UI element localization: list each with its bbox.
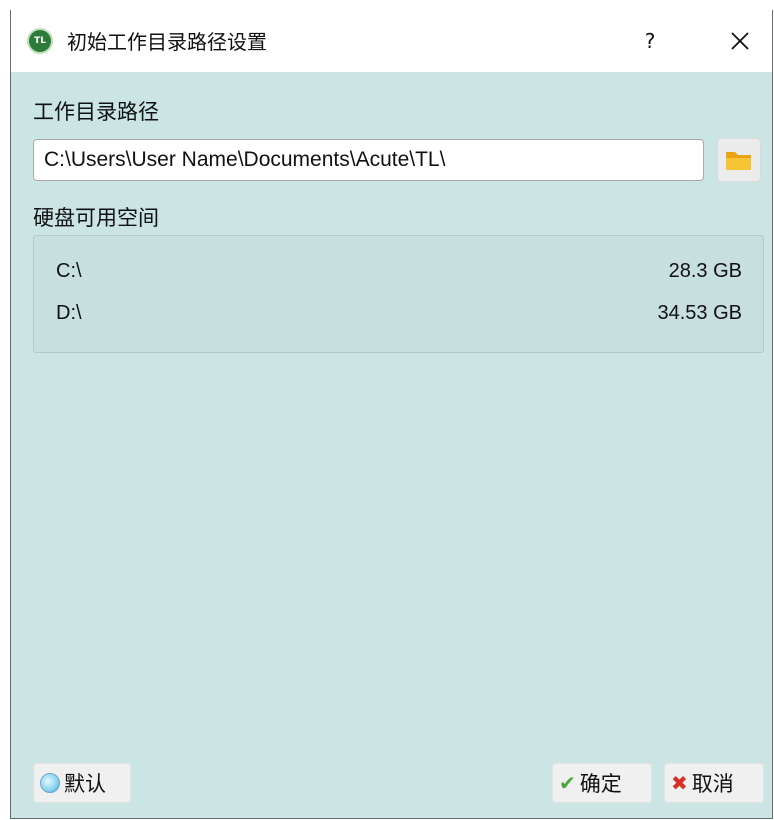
- cancel-button[interactable]: ✖ 取消: [664, 763, 764, 803]
- default-button-label: 默认: [64, 772, 106, 796]
- disk-row-d: D:\ 34.53 GB: [56, 302, 742, 330]
- drive-free-space: 34.53 GB: [657, 302, 742, 324]
- close-button[interactable]: [723, 24, 757, 58]
- drive-name: D:\: [56, 302, 82, 324]
- work-dir-label: 工作目录路径: [33, 100, 159, 124]
- cancel-button-label: 取消: [691, 772, 734, 796]
- settings-dialog: TL 初始工作目录路径设置 ? 工作目录路径 硬盘可用空间 C:\ 28.3 G…: [10, 10, 773, 819]
- drive-name: C:\: [56, 260, 82, 282]
- work-dir-path-input[interactable]: [33, 139, 704, 181]
- background-window-strip: [0, 0, 774, 10]
- disk-row-c: C:\ 28.3 GB: [56, 260, 742, 288]
- help-button[interactable]: ?: [633, 24, 667, 58]
- disk-space-panel: C:\ 28.3 GB D:\ 34.53 GB: [33, 235, 764, 353]
- disk-space-label: 硬盘可用空间: [33, 206, 159, 230]
- checkmark-icon: ✔: [559, 771, 576, 795]
- close-icon: [731, 32, 749, 50]
- title-bar: TL 初始工作目录路径设置 ?: [11, 10, 772, 72]
- folder-icon: [726, 152, 751, 170]
- browse-folder-button[interactable]: [717, 138, 761, 182]
- ok-button-label: 确定: [579, 772, 622, 796]
- ok-button[interactable]: ✔ 确定: [552, 763, 652, 803]
- cross-icon: ✖: [671, 771, 688, 795]
- default-button[interactable]: 默认: [33, 763, 131, 803]
- app-icon: TL: [27, 28, 53, 54]
- radio-icon: [40, 773, 60, 793]
- dialog-title: 初始工作目录路径设置: [67, 30, 267, 54]
- drive-free-space: 28.3 GB: [668, 260, 742, 282]
